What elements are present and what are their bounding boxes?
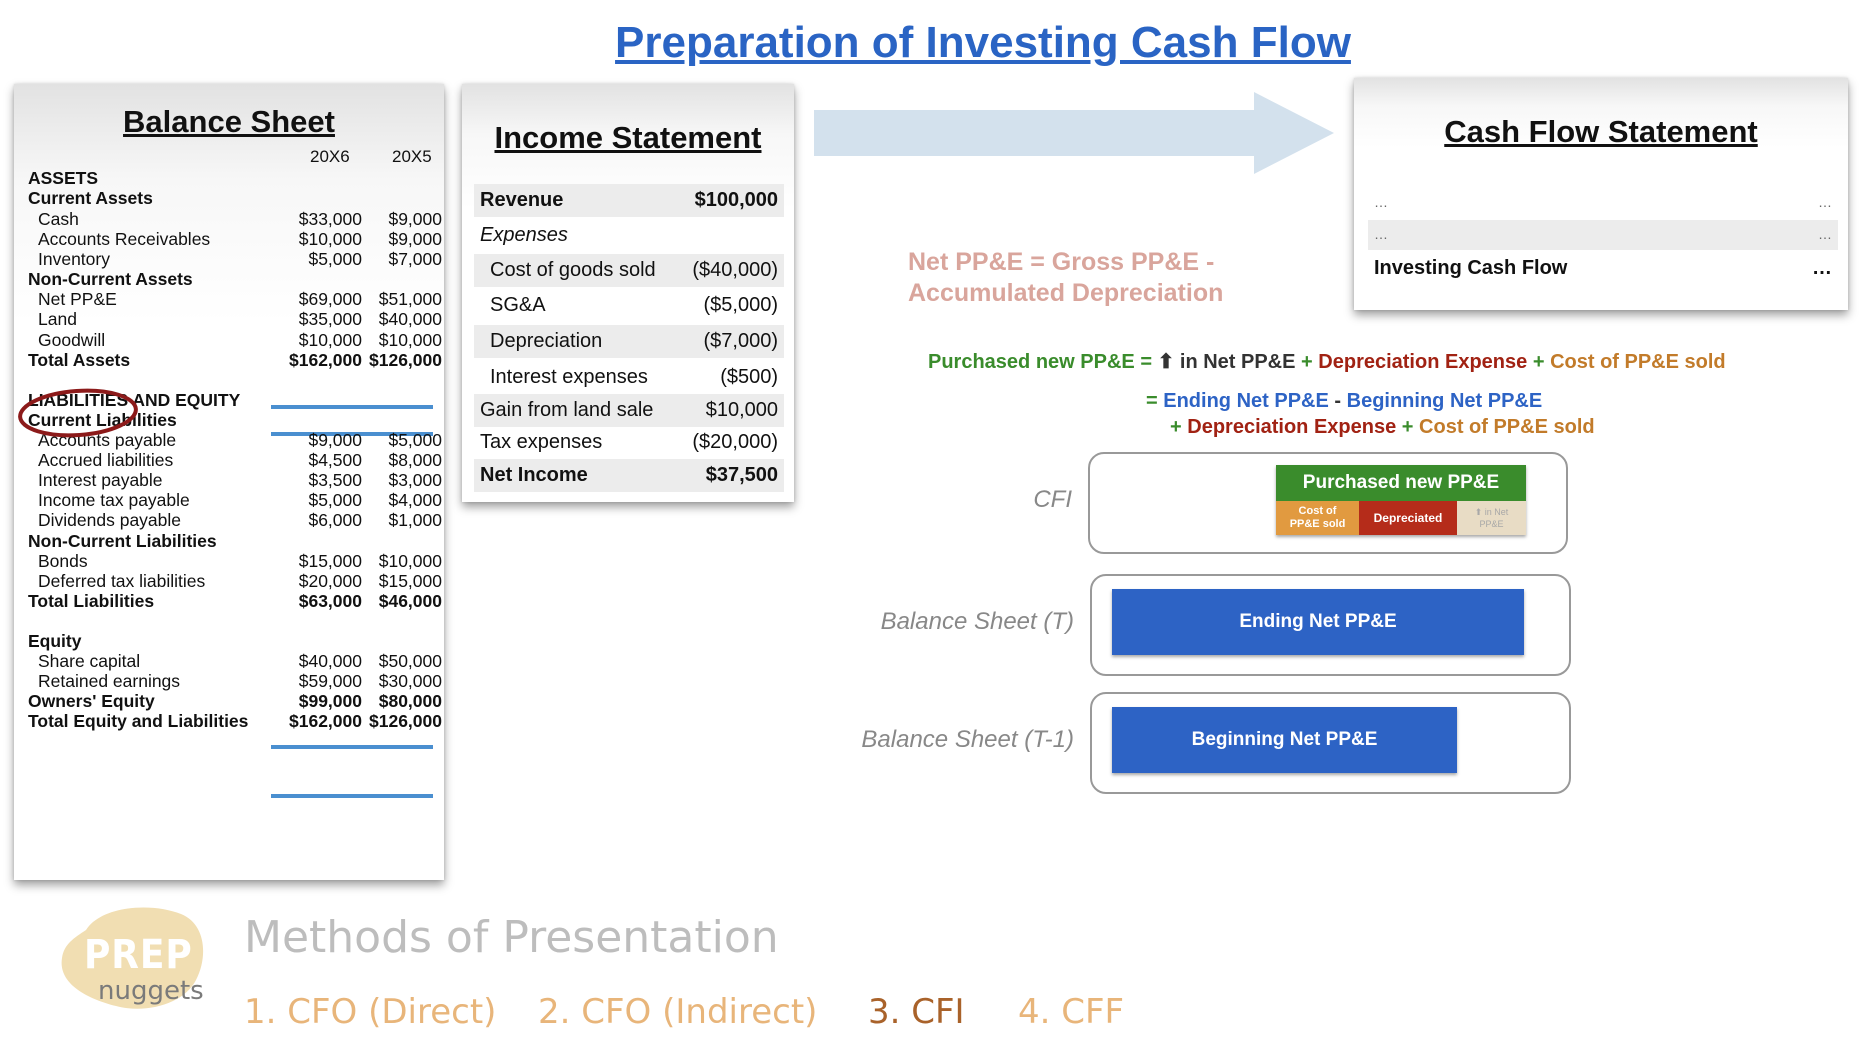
is-row: Expenses xyxy=(480,224,568,246)
bs-row-total-assets: Total Assets $162,000 $126,000 xyxy=(28,350,442,370)
logo-prep-text: PREP xyxy=(84,932,193,978)
logo-nuggets-text: nuggets xyxy=(98,976,204,1006)
formula-line-2: = Ending Net PP&E - Beginning Net PP&E xyxy=(1146,390,1543,412)
page-title: Preparation of Investing Cash Flow xyxy=(615,18,1351,67)
cfs-row: …… xyxy=(1368,220,1838,250)
balance-sheet-title: Balance Sheet xyxy=(123,104,335,139)
bs-row-total-equity-liabilities: Total Equity and Liabilities $162,000 $126… xyxy=(28,711,442,731)
is-row: Cost of goods sold ($40,000) xyxy=(474,254,784,287)
cfi-stacked-bar: Purchased new PP&E Cost of PP&E sold Depr… xyxy=(1276,465,1526,535)
income-statement-card: Income Statement Revenue $100,000 Expense… xyxy=(462,84,794,502)
method-cfo-direct[interactable]: 1. CFO (Direct) xyxy=(244,992,496,1032)
cfs-row-investing: Investing Cash Flow… xyxy=(1368,252,1838,284)
is-row: Revenue $100,000 xyxy=(474,184,784,217)
is-row: SG&A ($5,000) xyxy=(490,294,778,316)
methods-heading: Methods of Presentation xyxy=(244,912,779,963)
bs-t1-row-label: Balance Sheet (T-1) xyxy=(861,726,1074,753)
ending-net-ppe-bar: Ending Net PP&E xyxy=(1112,589,1524,655)
col-header-20x6: 20X6 xyxy=(310,147,350,166)
right-arrow-icon xyxy=(814,92,1334,174)
cfs-row: …… xyxy=(1368,188,1838,218)
method-cff[interactable]: 4. CFF xyxy=(1018,992,1124,1032)
is-row: Gain from land sale $10,000 xyxy=(474,394,784,427)
beginning-net-ppe-bar: Beginning Net PP&E xyxy=(1112,707,1457,773)
subtotal-underline xyxy=(271,745,433,749)
cfi-row-label: CFI xyxy=(1033,486,1072,513)
formula-line-3: + Depreciation Expense + Cost of PP&E so… xyxy=(1170,416,1595,438)
income-statement-title: Income Statement xyxy=(494,120,762,155)
is-row: Tax expenses ($20,000) xyxy=(480,431,778,453)
increase-net-ppe-segment: ⬆ in Net PP&E xyxy=(1457,501,1526,535)
is-row-net-income: Net Income $37,500 xyxy=(474,459,784,492)
net-ppe-note-line1: Net PP&E = Gross PP&E - xyxy=(908,248,1215,276)
total-underline xyxy=(271,794,433,798)
purchased-ppe-bar: Purchased new PP&E xyxy=(1276,465,1526,501)
bs-t-row-label: Balance Sheet (T) xyxy=(880,608,1074,635)
method-cfi[interactable]: 3. CFI xyxy=(868,992,965,1032)
cost-ppe-sold-segment: Cost of PP&E sold xyxy=(1276,501,1359,535)
highlight-circle xyxy=(18,388,138,438)
formula-line-1: Purchased new PP&E = ⬆ in Net PP&E + Dep… xyxy=(928,351,1726,373)
is-row-depreciation: Depreciation ($7,000) xyxy=(474,325,784,358)
balance-sheet-card: Balance Sheet 20X6 20X5 ASSETS Current A… xyxy=(14,84,444,880)
method-cfo-indirect[interactable]: 2. CFO (Indirect) xyxy=(538,992,817,1032)
bs-row-total-liabilities: Total Liabilities $63,000 $46,000 xyxy=(28,591,442,611)
cash-flow-statement-card: Cash Flow Statement …… …… Investing Cash… xyxy=(1354,78,1848,310)
up-arrow-icon: ⬆ xyxy=(1157,351,1175,373)
cash-flow-statement-title: Cash Flow Statement xyxy=(1444,114,1758,149)
net-ppe-note-line2: Accumulated Depreciation xyxy=(908,279,1224,307)
is-row: Interest expenses ($500) xyxy=(490,366,778,388)
col-header-20x5: 20X5 xyxy=(392,147,432,166)
depreciated-segment: Depreciated xyxy=(1359,501,1457,535)
